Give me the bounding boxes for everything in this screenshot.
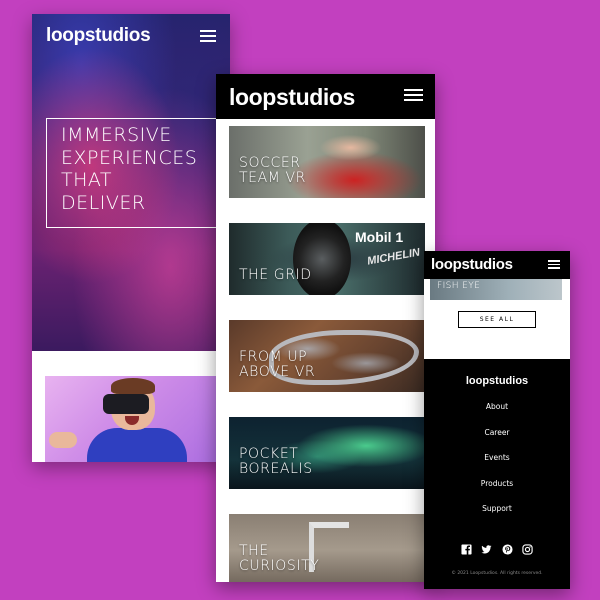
card-title: THE CURIOSITY [239,543,320,574]
see-all-button[interactable]: SEE ALL [458,311,536,328]
headline-line: DELIVER [61,191,146,214]
hamburger-icon[interactable] [200,30,216,42]
card-title: FISH EYE [437,281,481,291]
mobile-footer-screen: loopstudios FISH EYE SEE ALL loopstudios… [424,251,570,589]
hamburger-icon[interactable] [548,260,560,269]
vr-feature-image [45,376,230,462]
header: loopstudios [216,74,435,119]
footer-nav-career[interactable]: Career [424,428,570,454]
footer: loopstudios About Career Events Products… [424,359,570,589]
mobile-home-screen: loopstudios IMMERSIVE EXPERIENCES THAT D… [32,14,230,462]
footer-nav-about[interactable]: About [424,402,570,428]
creation-card-soccer-team-vr[interactable]: SOCCER TEAM VR [229,126,425,198]
footer-nav: About Career Events Products Support [424,402,570,530]
social-links [461,539,533,555]
footer-logo[interactable]: loopstudios [424,375,570,387]
hamburger-icon[interactable] [404,89,423,101]
creation-card-from-up-above-vr[interactable]: FROM UP ABOVE VR [229,320,425,392]
card-title: FROM UP ABOVE VR [239,349,316,380]
creation-card-the-grid[interactable]: Mobil 1 MICHELIN THE GRID [229,223,425,295]
instagram-icon[interactable] [522,540,533,555]
logo[interactable]: loopstudios [46,25,151,47]
twitter-icon[interactable] [481,540,492,553]
creation-card-the-curiosity[interactable]: THE CURIOSITY [229,514,425,582]
headline-line: EXPERIENCES [61,146,198,169]
footer-nav-products[interactable]: Products [424,479,570,505]
footer-nav-events[interactable]: Events [424,453,570,479]
card-brand-text: Mobil 1 [355,229,404,245]
mobile-creations-screen: loopstudios SOCCER TEAM VR Mobil 1 MICHE… [216,74,435,582]
card-title: POCKET BOREALIS [239,446,313,477]
facebook-icon[interactable] [461,540,472,555]
hero-headline-box: IMMERSIVE EXPERIENCES THAT DELIVER [46,118,218,228]
card-brand-text: MICHELIN [366,246,421,268]
footer-nav-support[interactable]: Support [424,504,570,530]
header: loopstudios [424,251,570,279]
card-title: SOCCER TEAM VR [239,155,307,186]
creation-card-pocket-borealis[interactable]: POCKET BOREALIS [229,417,425,489]
copyright-text: © 2021 Loopstudios. All rights reserved. [451,571,543,576]
logo[interactable]: loopstudios [431,256,513,273]
logo[interactable]: loopstudios [229,84,355,111]
card-title: THE GRID [239,267,312,283]
headline-line: THAT [61,169,113,191]
headline-line: IMMERSIVE [61,124,172,146]
creation-card-fish-eye[interactable]: FISH EYE [430,278,562,300]
pinterest-icon[interactable] [502,540,513,555]
